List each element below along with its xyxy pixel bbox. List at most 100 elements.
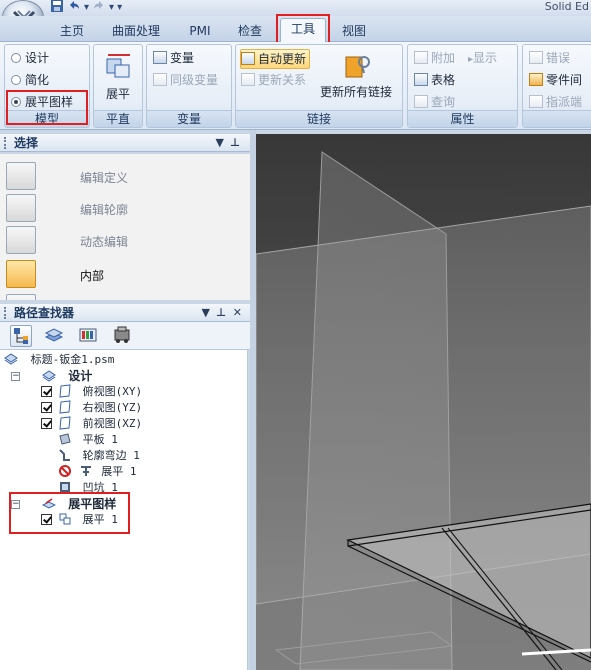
tab-home[interactable]: 主页 (52, 21, 92, 41)
part-gap-button[interactable]: 零件间 (529, 71, 582, 89)
peer-variables-button[interactable]: 同级变量 (153, 71, 218, 89)
checkbox[interactable] (41, 386, 52, 397)
pin-icon[interactable]: ⊥ (216, 304, 226, 322)
radio-selected-icon (11, 97, 21, 107)
table-button[interactable]: 表格 (414, 71, 455, 89)
quick-access-toolbar: ▾ ▾ ▾ (50, 0, 122, 16)
radio-design[interactable]: 设计 (11, 49, 49, 67)
radio-icon (11, 53, 21, 63)
partial-item[interactable] (6, 294, 246, 300)
show-button[interactable]: ▸显示 (468, 49, 497, 69)
flatten-icon (104, 51, 134, 81)
assign-end-button[interactable]: 指派端 (529, 93, 582, 111)
checkbox[interactable] (41, 514, 52, 525)
group-label-variables: 变量 (147, 110, 231, 127)
query-icon (414, 95, 428, 108)
checkbox[interactable] (41, 418, 52, 429)
pathfinder-title: 路径查找器 (14, 306, 75, 320)
grip-icon (4, 307, 7, 319)
plane-icon (59, 400, 71, 414)
flatten-button[interactable]: 展平 (106, 85, 130, 103)
update-relations-button[interactable]: 更新关系 (241, 71, 306, 89)
inside-label: 内部 (80, 269, 105, 283)
flat-pattern-icon (41, 498, 57, 509)
layers-icon[interactable] (44, 325, 66, 347)
dynamic-edit-item[interactable]: 动态编辑 (6, 226, 246, 256)
group-label-plane: 平直 (94, 110, 142, 127)
tree-item-right-plane[interactable]: 右视图(YZ) (58, 400, 142, 416)
sheetmetal-document-icon (4, 353, 18, 365)
select-panel-header: 选择 ▼ ⊥ (0, 134, 250, 152)
group-label-errors (523, 110, 591, 127)
tab-pmi[interactable]: PMI (182, 21, 218, 41)
panel-dropdown-icon[interactable]: ▼ (202, 304, 210, 322)
tree-item-dimple[interactable]: 凹坑 1 (58, 480, 118, 496)
title-bar: ▾ ▾ ▾ Solid Ed (0, 0, 591, 16)
graphics-viewport[interactable] (256, 134, 591, 670)
tree-item-document[interactable]: 标题-钣金1.psm (4, 352, 114, 368)
pin-icon[interactable]: ⊥ (230, 134, 240, 152)
tab-tools[interactable]: 工具 (280, 18, 326, 42)
dropdown-icon[interactable]: ▾ (84, 1, 89, 15)
close-icon[interactable]: ✕ (233, 304, 242, 322)
group-variables: 变量 同级变量 变量 (146, 44, 232, 128)
model-graphics (256, 151, 591, 670)
tab-view[interactable]: 视图 (334, 21, 374, 41)
attach-button[interactable]: 附加 (414, 49, 455, 67)
assign-end-icon (529, 95, 543, 108)
inside-select-icon (6, 260, 36, 288)
dynamic-edit-label: 动态编辑 (80, 235, 129, 249)
tree-item-flat-pattern[interactable]: 展平图样 (41, 496, 116, 512)
pathfinder-tree-tab-icon[interactable] (10, 325, 32, 347)
attach-icon (414, 51, 428, 64)
radio-simplify[interactable]: 简化 (11, 71, 49, 89)
flatten-feature-icon (59, 513, 71, 525)
grip-icon (4, 137, 7, 149)
tree-item-flatten[interactable]: 展平 1 (58, 512, 118, 528)
update-relations-icon (241, 73, 255, 86)
partial-select-icon (6, 294, 36, 300)
tree-item-flatten-suppressed[interactable]: 展平 1 (58, 464, 137, 480)
window-title: Solid Ed (544, 0, 589, 13)
plane-icon (59, 384, 71, 398)
undo-icon[interactable] (67, 0, 81, 18)
group-properties: 附加 ▸显示 表格 查询 属性 (407, 44, 518, 128)
tree-item-design[interactable]: 设计 (42, 368, 92, 384)
design-icon (42, 370, 56, 382)
assembly-icon[interactable] (112, 325, 134, 347)
dimple-icon (60, 482, 70, 492)
tree-item-tab[interactable]: 平板 1 (58, 432, 118, 448)
group-links: 自动更新 更新关系 更新所有链接 链接 (235, 44, 403, 128)
tab-surfacing[interactable]: 曲面处理 (104, 21, 168, 41)
auto-update-button[interactable]: 自动更新 (240, 49, 311, 69)
collapse-icon[interactable]: − (11, 372, 20, 381)
ribbon-tabs: 主页 曲面处理 PMI 检查 工具 视图 (0, 16, 591, 42)
tree-item-top-plane[interactable]: 俯视图(XY) (58, 384, 142, 400)
tab-feature-icon (59, 433, 71, 445)
pathfinder-header: 路径查找器 ▼ ⊥ ✕ (0, 304, 250, 322)
error-button[interactable]: 错误 (529, 49, 570, 67)
sensors-icon[interactable] (78, 325, 100, 347)
edit-profile-label: 编辑轮廓 (80, 203, 129, 217)
edit-definition-item[interactable]: 编辑定义 (6, 162, 246, 192)
variables-button[interactable]: 变量 (153, 49, 194, 67)
collapse-icon[interactable]: − (11, 500, 20, 509)
edit-profile-item[interactable]: 编辑轮廓 (6, 194, 246, 224)
inside-item[interactable]: 内部 (6, 260, 246, 290)
pathfinder-toolbar (0, 322, 250, 350)
tree-item-contour-flange[interactable]: 轮廓弯边 1 (58, 448, 140, 464)
save-icon[interactable] (50, 0, 64, 18)
tree-item-front-plane[interactable]: 前视图(XZ) (58, 416, 142, 432)
ribbon: 设计 简化 展平图样 模型 展平 平直 变量 同级变量 变量 自动更新 更新关系… (0, 42, 591, 130)
tab-inspect[interactable]: 检查 (230, 21, 270, 41)
panel-dropdown-icon[interactable]: ▼ (216, 134, 224, 152)
redo-icon[interactable] (92, 0, 106, 18)
dropdown-icon[interactable]: ▾ (109, 1, 114, 15)
radio-flat-pattern[interactable]: 展平图样 (11, 93, 73, 111)
update-all-links-button[interactable]: 更新所有链接 (320, 83, 392, 101)
checkbox[interactable] (41, 402, 52, 413)
edit-profile-icon (6, 194, 36, 222)
query-button[interactable]: 查询 (414, 93, 455, 111)
customize-qat-icon[interactable]: ▾ (117, 1, 122, 15)
table-icon (414, 73, 428, 86)
